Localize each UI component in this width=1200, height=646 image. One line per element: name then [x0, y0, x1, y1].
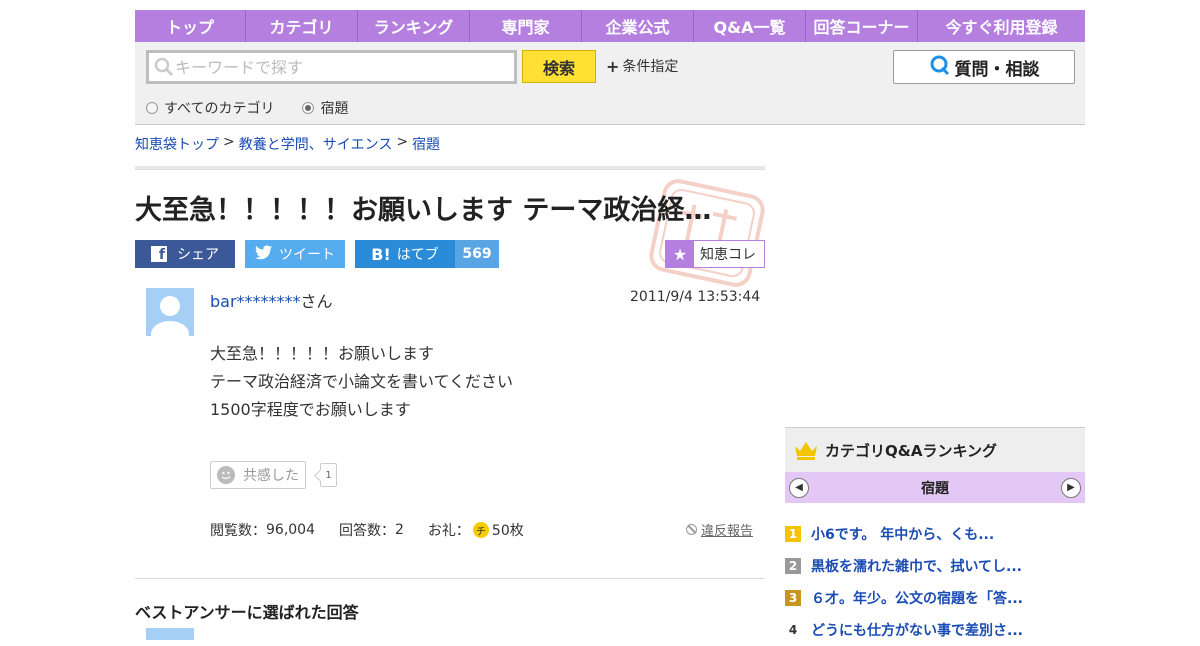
- hatena-count: 569: [455, 240, 499, 268]
- nav-official[interactable]: 企業公式: [582, 10, 694, 42]
- search-box: [146, 50, 517, 84]
- condition-toggle[interactable]: + 条件指定: [606, 56, 678, 76]
- radio-current-dot: [302, 102, 315, 114]
- coin-icon: チ: [472, 522, 489, 538]
- nav-top[interactable]: トップ: [135, 10, 246, 42]
- global-nav: トップ カテゴリ ランキング 専門家 企業公式 Q&A一覧 回答コーナー 今すぐ…: [135, 10, 1085, 42]
- search-icon: [153, 56, 175, 78]
- chie-colle-label: 知恵コレ: [700, 247, 756, 263]
- ranking-category: 宿題: [921, 480, 949, 497]
- ranking-link[interactable]: ６才。年少。公文の宿題を「答...: [811, 588, 1023, 608]
- list-item: 1 小6です。 年中から、くも...: [785, 518, 1085, 550]
- star-icon: ★: [666, 241, 694, 267]
- solved-stamp-icon: [649, 179, 765, 287]
- answers-label: 回答数：: [339, 523, 395, 539]
- q-icon: [929, 54, 951, 81]
- plus-icon: +: [606, 56, 620, 76]
- smile-icon: [217, 466, 235, 484]
- empathy-button[interactable]: 共感した: [210, 461, 306, 489]
- ranking-link[interactable]: どうにも仕方がない事で差別さ...: [811, 620, 1023, 640]
- search-button[interactable]: 検索: [522, 50, 596, 83]
- views-label: 閲覧数：: [210, 523, 266, 539]
- breadcrumb-homework[interactable]: 宿題: [412, 134, 440, 154]
- answers-count: 2: [395, 522, 404, 538]
- search-area: 検索 + 条件指定 質問・相談 すべてのカテゴリ 宿題: [135, 42, 1085, 125]
- hatena-icon: B!: [371, 244, 391, 264]
- radio-current-label: 宿題: [320, 101, 349, 117]
- condition-label: 条件指定: [622, 59, 679, 75]
- twitter-share-label: ツイート: [279, 247, 335, 263]
- ranking-category-bar: ◀ 宿題 ▶: [785, 472, 1085, 503]
- rank-number: 4: [788, 623, 798, 637]
- radio-all-label: すべてのカテゴリ: [164, 101, 275, 117]
- chie-colle-button[interactable]: ★ 知恵コレ: [665, 240, 765, 268]
- reward-label: お礼：: [427, 523, 470, 539]
- question-line: 大至急！！！！！お願いします: [210, 344, 435, 363]
- nav-answer-corner[interactable]: 回答コーナー: [806, 10, 918, 42]
- report-label: 違反報告: [701, 524, 754, 539]
- category-scope: すべてのカテゴリ 宿題: [146, 98, 348, 118]
- facebook-share-button[interactable]: f シェア: [135, 240, 235, 268]
- prev-arrow-icon[interactable]: ◀: [789, 477, 809, 498]
- nav-expert[interactable]: 専門家: [470, 10, 582, 42]
- hatena-label: はてブ: [396, 247, 439, 263]
- ranking-link[interactable]: 小6です。 年中から、くも...: [811, 524, 994, 544]
- list-item: 4 どうにも仕方がない事で差別さ...: [785, 614, 1085, 646]
- question-date: 2011/9/4 13:53:44: [630, 289, 761, 305]
- nav-ranking[interactable]: ランキング: [358, 10, 470, 42]
- radio-all-dot: [146, 102, 158, 114]
- list-item: 2 黒板を濡れた雑巾で、拭いてし...: [785, 550, 1085, 582]
- ranking-header: カテゴリQ&Aランキング: [785, 427, 1085, 472]
- empathy-count: 1: [320, 463, 337, 487]
- nav-register[interactable]: 今すぐ利用登録: [918, 10, 1085, 42]
- radio-current-category[interactable]: 宿題: [302, 98, 348, 118]
- radio-all-categories[interactable]: すべてのカテゴリ: [146, 98, 274, 118]
- rank-number: 2: [785, 558, 801, 574]
- reward-amount: 50枚: [491, 523, 524, 539]
- best-answer-heading: ベストアンサーに選ばれた回答: [135, 603, 359, 622]
- ranking-list: 1 小6です。 年中から、くも... 2 黒板を濡れた雑巾で、拭いてし... 3…: [785, 518, 1085, 646]
- breadcrumb-education[interactable]: 教養と学問、サイエンス: [239, 134, 393, 154]
- ban-icon: [686, 524, 697, 535]
- breadcrumb-separator: >: [396, 134, 409, 150]
- facebook-share-label: シェア: [177, 247, 219, 263]
- next-arrow-icon[interactable]: ▶: [1061, 477, 1081, 498]
- questioner: bar********さん: [210, 288, 333, 312]
- questioner-suffix: さん: [300, 292, 333, 311]
- twitter-icon: [255, 244, 273, 264]
- question-stats: 閲覧数： 96,004 回答数： 2 お礼： チ 50枚: [210, 520, 524, 540]
- views-count: 96,004: [266, 522, 315, 538]
- divider: [135, 578, 765, 579]
- facebook-icon: f: [151, 246, 167, 262]
- ranking-link[interactable]: 黒板を濡れた雑巾で、拭いてし...: [811, 556, 1022, 576]
- report-link[interactable]: 違反報告: [686, 520, 753, 539]
- search-input[interactable]: [175, 57, 505, 77]
- list-item: 3 ６才。年少。公文の宿題を「答...: [785, 582, 1085, 614]
- rank-number: 1: [785, 526, 801, 542]
- category-ranking: カテゴリQ&Aランキング ◀ 宿題 ▶ 1 小6です。 年中から、くも... 2…: [785, 427, 1085, 646]
- question-line: 1500字程度でお願いします: [210, 400, 411, 419]
- ask-question-label: 質問・相談: [954, 59, 1040, 80]
- hatena-bookmark-button[interactable]: B! はてブ 569: [355, 240, 499, 268]
- ask-question-button[interactable]: 質問・相談: [893, 50, 1075, 84]
- nav-category[interactable]: カテゴリ: [246, 10, 358, 42]
- empathy-label: 共感した: [243, 468, 299, 484]
- crown-icon: [793, 440, 819, 460]
- breadcrumb-top[interactable]: 知恵袋トップ: [135, 134, 219, 154]
- nav-qa-list[interactable]: Q&A一覧: [694, 10, 806, 42]
- breadcrumb: 知恵袋トップ > 教養と学問、サイエンス > 宿題: [135, 134, 440, 154]
- twitter-share-button[interactable]: ツイート: [245, 240, 345, 268]
- rank-number: 3: [785, 590, 801, 606]
- breadcrumb-separator: >: [223, 134, 235, 150]
- question-body: 大至急！！！！！お願いします テーマ政治経済で小論文を書いてください 1500字…: [210, 340, 513, 424]
- question-title: 大至急！！！！！お願いします テーマ政治経…: [135, 195, 712, 226]
- hatena-bookmark-main: B! はてブ: [355, 244, 455, 264]
- questioner-name[interactable]: bar********: [210, 292, 301, 311]
- ranking-title: カテゴリQ&Aランキング: [825, 441, 997, 460]
- avatar: [146, 288, 194, 336]
- question-line: テーマ政治経済で小論文を書いてください: [210, 372, 514, 391]
